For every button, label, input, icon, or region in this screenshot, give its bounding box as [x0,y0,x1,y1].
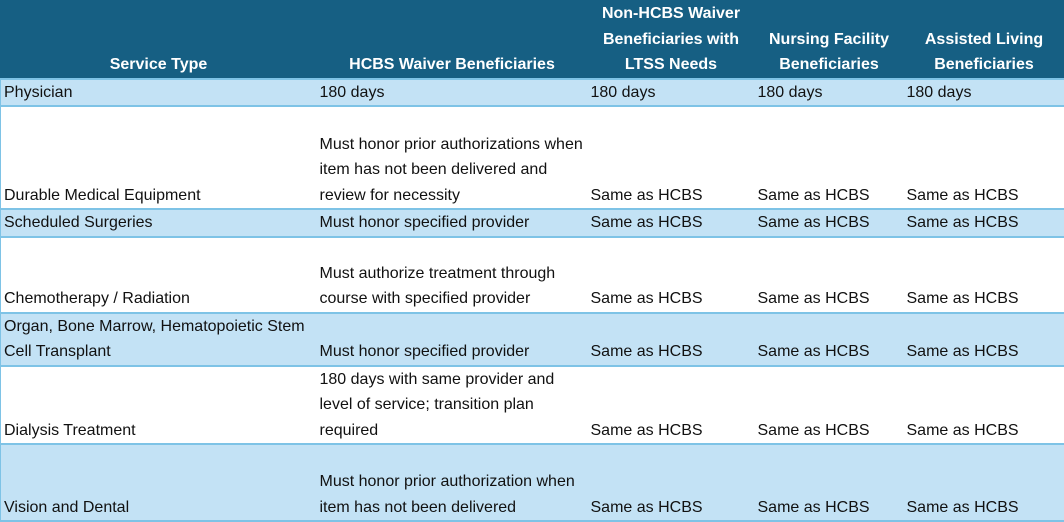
cell-assisted-living: Same as HCBS [904,366,1064,445]
cell-non-hcbs-waiver: Same as HCBS [588,106,755,209]
table-row: Physician 180 days 180 days 180 days 180… [1,79,1064,107]
cell-nursing-facility: Same as HCBS [755,444,904,521]
cell-hcbs-waiver: Must authorize treatment through course … [317,237,588,313]
cell-hcbs-waiver: 180 days with same provider and level of… [317,366,588,445]
table-row: Vision and Dental Must honor prior autho… [1,444,1064,521]
cell-hcbs-waiver: Must honor specified provider [317,313,588,366]
cell-service-type: Organ, Bone Marrow, Hematopoietic Stem C… [1,313,317,366]
cell-non-hcbs-waiver: Same as HCBS [588,366,755,445]
cell-service-type: Physician [1,79,317,107]
header-row: Service Type HCBS Waiver Beneficiaries N… [1,1,1064,79]
cell-nursing-facility: 180 days [755,79,904,107]
table-row: Organ, Bone Marrow, Hematopoietic Stem C… [1,313,1064,366]
header-service-type: Service Type [1,1,317,79]
table-row: Chemotherapy / Radiation Must authorize … [1,237,1064,313]
cell-nursing-facility: Same as HCBS [755,366,904,445]
cell-assisted-living: 180 days [904,79,1064,107]
cell-assisted-living: Same as HCBS [904,313,1064,366]
table-row: Durable Medical Equipment Must honor pri… [1,106,1064,209]
table-row: Dialysis Treatment 180 days with same pr… [1,366,1064,445]
cell-nursing-facility: Same as HCBS [755,237,904,313]
header-assisted-living: Assisted Living Beneficiaries [904,1,1064,79]
cell-hcbs-waiver: 180 days [317,79,588,107]
cell-service-type: Durable Medical Equipment [1,106,317,209]
cell-service-type: Dialysis Treatment [1,366,317,445]
cell-assisted-living: Same as HCBS [904,106,1064,209]
cell-non-hcbs-waiver: Same as HCBS [588,313,755,366]
cell-assisted-living: Same as HCBS [904,237,1064,313]
header-non-hcbs-waiver: Non-HCBS Waiver Beneficiaries with LTSS … [588,1,755,79]
cell-non-hcbs-waiver: 180 days [588,79,755,107]
table-body: Physician 180 days 180 days 180 days 180… [1,79,1064,522]
cell-hcbs-waiver: Must honor specified provider [317,209,588,237]
table-row: Scheduled Surgeries Must honor specified… [1,209,1064,237]
cell-non-hcbs-waiver: Same as HCBS [588,444,755,521]
cell-service-type: Vision and Dental [1,444,317,521]
cell-service-type: Scheduled Surgeries [1,209,317,237]
header-hcbs-waiver: HCBS Waiver Beneficiaries [317,1,588,79]
cell-hcbs-waiver: Must honor prior authorization when item… [317,444,588,521]
cell-non-hcbs-waiver: Same as HCBS [588,209,755,237]
header-nursing-facility: Nursing Facility Beneficiaries [755,1,904,79]
cell-non-hcbs-waiver: Same as HCBS [588,237,755,313]
cell-nursing-facility: Same as HCBS [755,313,904,366]
cell-service-type: Chemotherapy / Radiation [1,237,317,313]
transition-of-care-table: Service Type HCBS Waiver Beneficiaries N… [0,0,1064,522]
cell-assisted-living: Same as HCBS [904,209,1064,237]
cell-nursing-facility: Same as HCBS [755,106,904,209]
cell-assisted-living: Same as HCBS [904,444,1064,521]
cell-nursing-facility: Same as HCBS [755,209,904,237]
cell-hcbs-waiver: Must honor prior authorizations when ite… [317,106,588,209]
table-header: Service Type HCBS Waiver Beneficiaries N… [1,1,1064,79]
